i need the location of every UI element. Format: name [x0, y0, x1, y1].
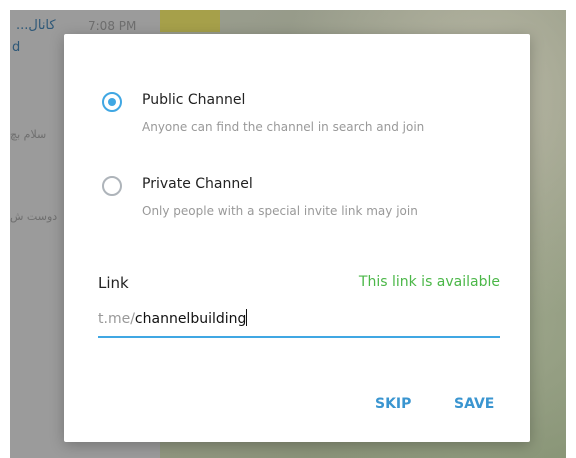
link-input-field[interactable]: t.me/channelbuilding	[98, 308, 500, 338]
public-channel-title: Public Channel	[142, 92, 246, 108]
save-button[interactable]: SAVE	[454, 396, 494, 412]
background-message-snippet: سلام بچ	[10, 128, 47, 141]
public-channel-radio[interactable]	[102, 92, 122, 112]
link-label: Link	[98, 274, 129, 292]
skip-button[interactable]: SKIP	[375, 396, 411, 412]
private-channel-title: Private Channel	[142, 176, 253, 192]
private-channel-radio[interactable]	[102, 176, 122, 196]
background-chat-time: 7:08 PM	[88, 19, 137, 33]
background-highlight	[160, 10, 220, 32]
public-channel-description: Anyone can find the channel in search an…	[142, 120, 425, 134]
link-prefix: t.me/	[98, 311, 135, 327]
link-input-value[interactable]: channelbuilding	[135, 311, 246, 327]
private-channel-description: Only people with a special invite link m…	[142, 204, 418, 218]
text-cursor	[246, 309, 248, 326]
channel-type-dialog: Public Channel Anyone can find the chann…	[64, 34, 530, 442]
background-chat-title: ...کانال	[16, 18, 56, 33]
link-availability-status: This link is available	[358, 274, 500, 290]
background-message-snippet: دوست ش	[10, 210, 58, 223]
background-chat-subtitle: d	[12, 40, 21, 55]
